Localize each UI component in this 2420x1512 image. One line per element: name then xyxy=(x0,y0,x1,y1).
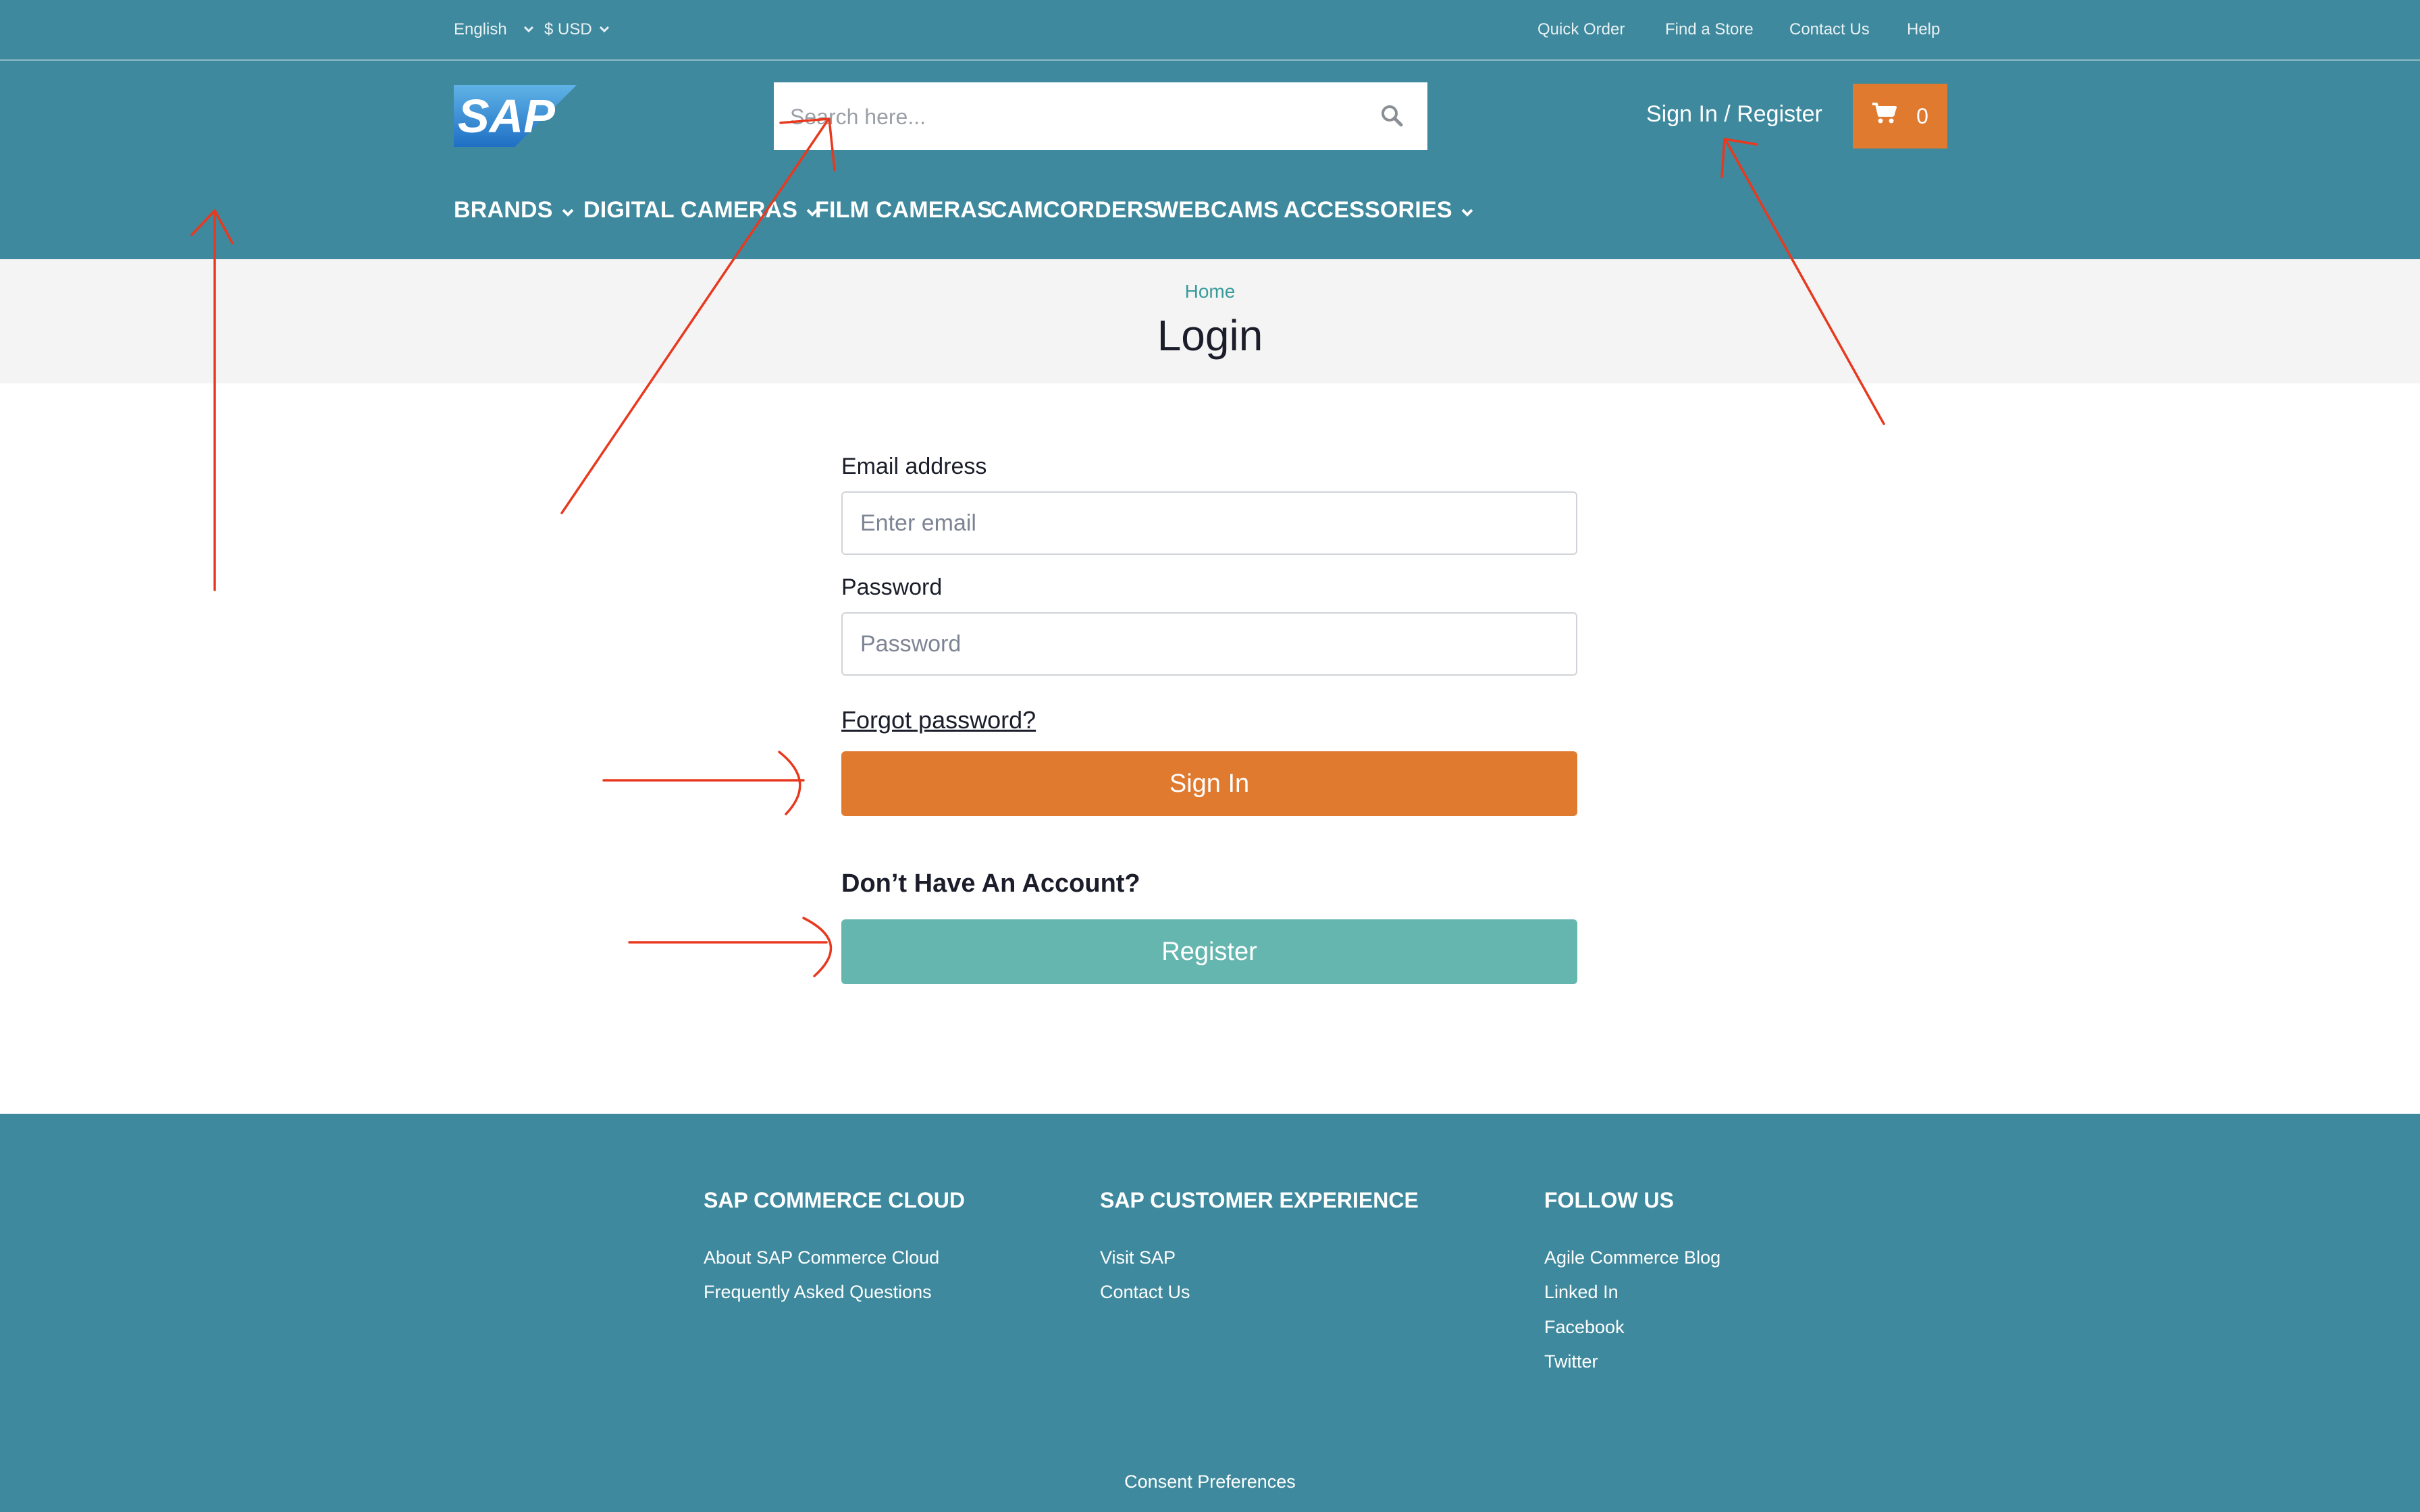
email-field[interactable] xyxy=(841,491,1577,555)
annotation-arrow xyxy=(628,917,833,977)
footer-heading-commerce: SAP COMMERCE CLOUD xyxy=(704,1188,965,1212)
breadcrumb-home-link[interactable]: Home xyxy=(1185,281,1236,302)
sap-logo[interactable]: SAP xyxy=(454,85,577,151)
annotation-arrow xyxy=(602,751,805,815)
footer-link[interactable]: About SAP Commerce Cloud xyxy=(704,1247,939,1268)
nav-label: ACCESSORIES xyxy=(1284,197,1452,223)
signin-button-label: Sign In xyxy=(1169,769,1250,798)
footer-link[interactable]: Frequently Asked Questions xyxy=(704,1282,932,1303)
quick-order-link[interactable]: Quick Order xyxy=(1537,20,1625,39)
cart-button[interactable]: 0 xyxy=(1853,84,1947,148)
nav-webcams[interactable]: WEBCAMS xyxy=(1157,197,1279,223)
help-link[interactable]: Help xyxy=(1907,20,1940,39)
language-selector[interactable]: English xyxy=(454,20,534,39)
footer-link[interactable]: Twitter xyxy=(1544,1351,1598,1372)
email-label: Email address xyxy=(841,454,987,479)
search-input[interactable] xyxy=(789,82,1372,151)
nav-digital-cameras[interactable]: DIGITAL CAMERAS xyxy=(583,197,819,223)
language-label: English xyxy=(454,20,507,38)
footer-link[interactable]: Agile Commerce Blog xyxy=(1544,1247,1720,1268)
nav-brands[interactable]: BRANDS xyxy=(454,197,575,223)
footer-link[interactable]: Visit SAP xyxy=(1100,1247,1176,1268)
chevron-down-icon xyxy=(561,197,575,223)
nav-accessories[interactable]: ACCESSORIES xyxy=(1284,197,1474,223)
nav-label: CAMCORDERS xyxy=(991,197,1159,223)
currency-selector[interactable]: $ USD xyxy=(544,20,610,39)
password-label: Password xyxy=(841,574,943,600)
nav-label: FILM CAMERAS xyxy=(815,197,993,223)
footer-link[interactable]: Contact Us xyxy=(1100,1282,1190,1303)
site-footer xyxy=(0,1114,2420,1512)
chevron-down-icon xyxy=(599,26,610,34)
nav-label: DIGITAL CAMERAS xyxy=(583,197,798,223)
signin-register-link[interactable]: Sign In / Register xyxy=(1646,101,1822,128)
find-store-link[interactable]: Find a Store xyxy=(1665,20,1754,39)
nav-label: WEBCAMS xyxy=(1157,197,1279,223)
cart-count: 0 xyxy=(1916,103,1928,128)
svg-text:SAP: SAP xyxy=(458,90,555,142)
contact-us-link[interactable]: Contact Us xyxy=(1789,20,1870,39)
nav-camcorders[interactable]: CAMCORDERS xyxy=(991,197,1159,223)
signin-button[interactable]: Sign In xyxy=(841,751,1577,816)
utility-bar xyxy=(0,0,2420,61)
register-button[interactable]: Register xyxy=(841,919,1577,984)
nav-film-cameras[interactable]: FILM CAMERAS xyxy=(815,197,993,223)
register-button-label: Register xyxy=(1161,937,1257,966)
footer-link[interactable]: Linked In xyxy=(1544,1282,1619,1303)
chevron-down-icon xyxy=(1461,197,1474,223)
footer-link[interactable]: Facebook xyxy=(1544,1317,1625,1338)
search-box xyxy=(774,82,1427,151)
page-title: Login xyxy=(1157,311,1263,360)
chevron-down-icon xyxy=(523,26,534,34)
currency-label: $ USD xyxy=(544,20,592,38)
breadcrumb: Home xyxy=(0,281,2420,302)
forgot-password-link[interactable]: Forgot password? xyxy=(841,706,1036,734)
consent-preferences-link[interactable]: Consent Preferences xyxy=(0,1472,2420,1492)
nav-label: BRANDS xyxy=(454,197,553,223)
footer-heading-follow: FOLLOW US xyxy=(1544,1188,1674,1212)
cart-icon xyxy=(1872,102,1897,130)
no-account-heading: Don’t Have An Account? xyxy=(841,869,1140,898)
search-icon[interactable] xyxy=(1380,104,1404,132)
password-field[interactable] xyxy=(841,612,1577,676)
footer-heading-cx: SAP CUSTOMER EXPERIENCE xyxy=(1100,1188,1419,1212)
